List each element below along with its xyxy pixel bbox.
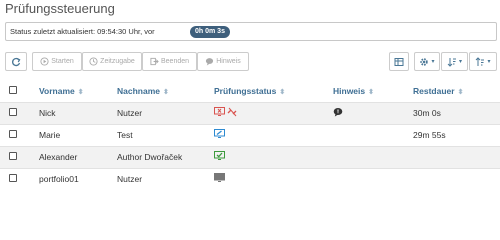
sign-out-icon	[150, 57, 159, 66]
column-header-firstname[interactable]: Vorname ⬍	[39, 80, 117, 103]
chevron-down-icon: ▾	[487, 59, 491, 65]
monitor-error-icon	[214, 107, 225, 119]
column-header-hint[interactable]: Hinweis ⬍	[333, 80, 413, 103]
row-checkbox[interactable]	[9, 130, 17, 138]
link-broken-icon	[227, 107, 238, 119]
chevron-down-icon: ▾	[458, 59, 462, 65]
exam-table: Vorname ⬍ Nachname ⬍ Prüfungsstatus ⬍ Hinwe…	[0, 80, 500, 190]
filter-dropdown-button[interactable]: ▾	[469, 52, 497, 71]
row-checkbox[interactable]	[9, 174, 17, 183]
cell-firstname: Marie	[39, 123, 117, 146]
start-button[interactable]: Starten	[32, 52, 82, 71]
monitor-pencil-icon	[214, 129, 225, 141]
columns-icon	[394, 57, 404, 67]
cell-firstname: Alexander	[39, 145, 117, 168]
hint-label: Hinweis	[216, 58, 241, 65]
table-header-row: Vorname ⬍ Nachname ⬍ Prüfungsstatus ⬍ Hinwe…	[0, 80, 500, 103]
toolbar: Starten Zeitzugabe Beenden Hinweis ▾ ▾ ▾	[5, 52, 497, 72]
sort-amount-icon	[475, 56, 485, 67]
clock-icon	[89, 57, 98, 66]
sort-icon: ⬍	[368, 88, 374, 96]
status-badge: 0h 0m 3s	[190, 26, 230, 38]
extra-time-label: Zeitzugabe	[100, 58, 135, 65]
cell-lastname: Nutzer	[117, 101, 214, 124]
comment-icon	[205, 57, 214, 66]
sort-dropdown-button[interactable]: ▾	[441, 52, 468, 71]
gear-icon	[419, 57, 429, 67]
table-row[interactable]: Alexander Author Dwořaček	[0, 145, 500, 168]
refresh-button[interactable]	[5, 52, 27, 71]
end-label: Beenden	[160, 58, 190, 65]
chevron-down-icon: ▾	[431, 59, 435, 65]
cell-lastname: Test	[117, 123, 214, 146]
column-header-status[interactable]: Prüfungsstatus ⬍	[214, 80, 333, 103]
column-toggle-button[interactable]	[389, 52, 409, 71]
play-circle-icon	[40, 57, 49, 66]
cell-remaining	[413, 145, 500, 168]
table-row[interactable]: Marie Test 29m 55s	[0, 123, 500, 146]
comment-icon	[333, 108, 343, 119]
column-header-lastname[interactable]: Nachname ⬍	[117, 80, 214, 103]
row-checkbox[interactable]	[9, 152, 17, 160]
hint-button[interactable]: Hinweis	[197, 52, 249, 71]
sort-icon: ⬍	[163, 88, 169, 96]
status-bar: Status zuletzt aktualisiert: 09:54:30 Uh…	[5, 22, 497, 41]
column-header-remaining[interactable]: Restdauer ⬍	[413, 80, 500, 103]
extra-time-button[interactable]: Zeitzugabe	[82, 52, 142, 71]
cell-firstname: Nick	[39, 101, 117, 124]
page-title: Prüfungssteuerung	[5, 1, 115, 16]
cell-remaining: 30m 0s	[413, 101, 500, 124]
table-row[interactable]: portfolio01 Nutzer	[0, 167, 500, 190]
cell-remaining	[413, 167, 500, 190]
cell-lastname: Nutzer	[117, 167, 214, 190]
cell-firstname: portfolio01	[39, 167, 117, 190]
start-label: Starten	[51, 58, 74, 65]
end-button[interactable]: Beenden	[142, 52, 197, 71]
cell-remaining: 29m 55s	[413, 123, 500, 146]
table-row[interactable]: Nick Nutzer 30m 0s	[0, 101, 500, 124]
monitor-check-icon	[214, 151, 225, 163]
cell-lastname: Author Dwořaček	[117, 145, 214, 168]
sort-icon	[447, 57, 457, 67]
sort-icon: ⬍	[77, 88, 84, 96]
select-all-checkbox[interactable]	[9, 85, 17, 94]
refresh-icon	[11, 57, 21, 67]
sort-icon: ⬍	[279, 88, 286, 96]
monitor-idle-icon	[214, 173, 225, 185]
status-text: Status zuletzt aktualisiert: 09:54:30 Uh…	[10, 27, 155, 36]
sort-icon: ⬍	[457, 88, 464, 96]
row-checkbox[interactable]	[9, 108, 17, 116]
settings-dropdown-button[interactable]: ▾	[414, 52, 440, 71]
